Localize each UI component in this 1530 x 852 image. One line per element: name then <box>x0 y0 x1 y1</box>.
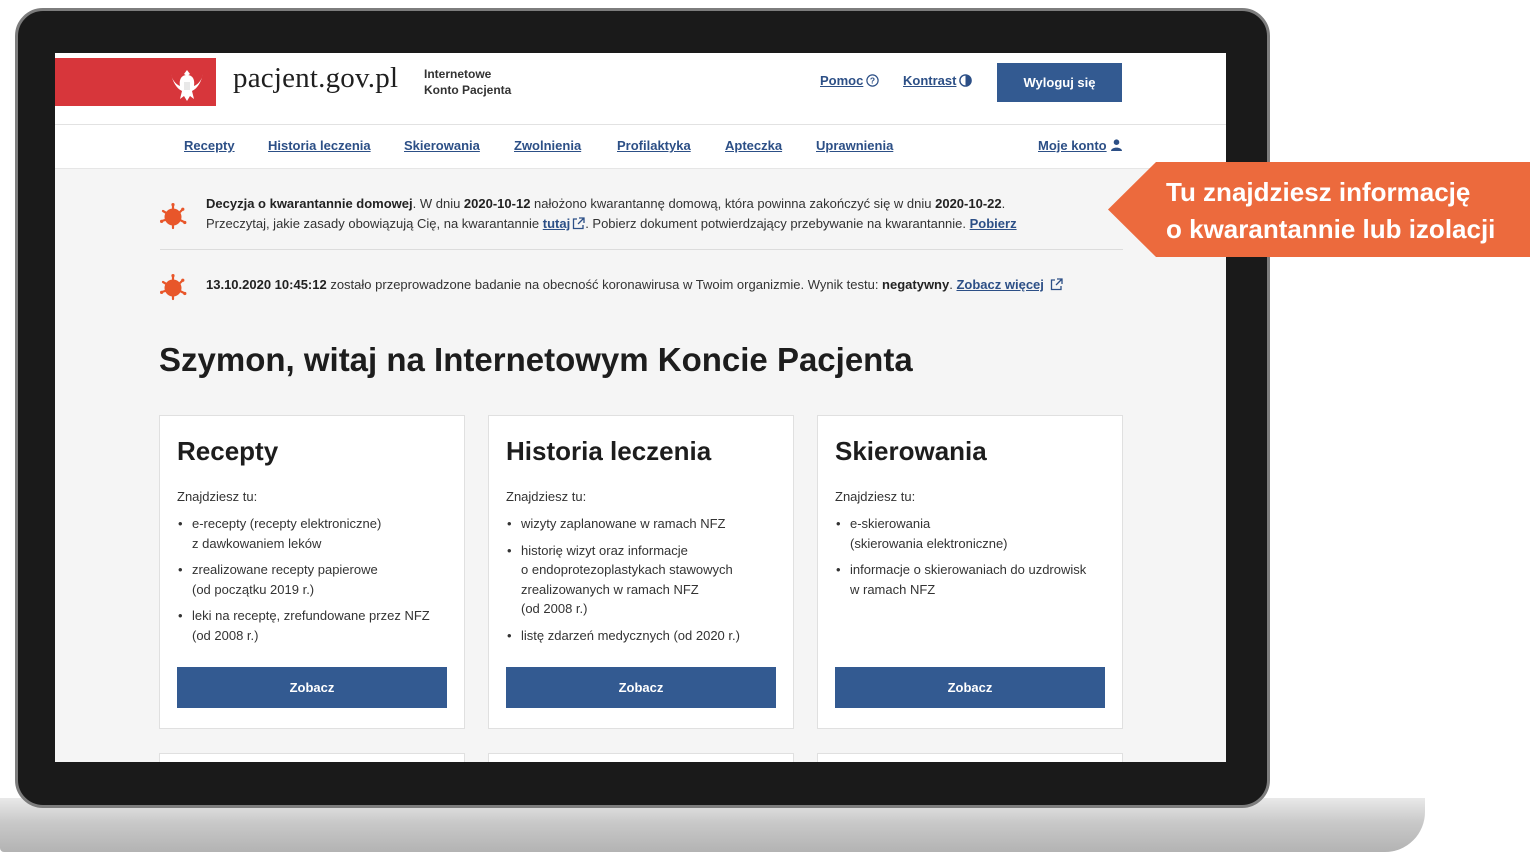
nav-item-my-account[interactable]: Moje konto <box>1038 138 1122 154</box>
subtitle-line: Internetowe <box>424 67 492 81</box>
virus-icon <box>160 274 187 301</box>
contrast-link[interactable]: Kontrast <box>903 73 973 90</box>
list-item: wizyty zaplanowane w ramach NFZ <box>506 514 786 534</box>
card-title: Skierowania <box>835 436 987 466</box>
see-recepty-button[interactable]: Zobacz <box>177 667 447 708</box>
quarantine-text: Decyzja o kwarantannie domowej. W dniu 2… <box>206 194 1116 236</box>
browser-screen: pacjent.gov.pl Internetowe Konto Pacjent… <box>55 53 1226 762</box>
text-fragment: . W dniu <box>412 196 464 211</box>
text-fragment: . <box>1001 196 1006 211</box>
card-title: Historia leczenia <box>506 436 712 466</box>
card-placeholder <box>159 753 465 762</box>
site-logo[interactable]: pacjent.gov.pl <box>233 62 398 95</box>
external-link-icon <box>572 216 585 236</box>
text-fragment: zostało przeprowadzone badanie na obecno… <box>326 277 883 292</box>
user-icon <box>1110 139 1122 154</box>
callout-text: Tu znajdziesz informację o kwarantannie … <box>1166 177 1496 244</box>
site-header: pacjent.gov.pl Internetowe Konto Pacjent… <box>55 53 1226 125</box>
main-nav: Recepty Historia leczenia Skierowania Zw… <box>55 125 1226 169</box>
question-circle-icon: ? <box>866 74 880 90</box>
card-skierowania: Skierowania Znajdziesz tu: e-skierowania… <box>817 415 1123 729</box>
list-item: e-skierowania (skierowania elektroniczne… <box>835 514 1115 553</box>
eagle-emblem-icon <box>171 70 203 101</box>
text-fragment: Przeczytaj, jakie zasady obowiązują Cię,… <box>206 216 543 231</box>
logout-button[interactable]: Wyloguj się <box>997 63 1122 102</box>
text-fragment: nałożono kwarantannę domową, która powin… <box>530 196 936 211</box>
info-callout: Tu znajdziesz informację o kwarantannie … <box>1108 162 1530 257</box>
card-lead: Znajdziesz tu: <box>177 489 258 504</box>
card-list: wizyty zaplanowane w ramach NFZ historię… <box>506 514 786 652</box>
my-account-label: Moje konto <box>1038 138 1107 153</box>
quarantine-end-date: 2020-10-22 <box>935 196 1002 211</box>
welcome-heading: Szymon, witaj na Internetowym Koncie Pac… <box>159 341 913 378</box>
help-label: Pomoc <box>820 73 864 88</box>
help-link[interactable]: Pomoc? <box>820 73 880 90</box>
card-list: e-skierowania (skierowania elektroniczne… <box>835 514 1115 606</box>
list-item: listę zdarzeń medycznych (od 2020 r.) <box>506 626 786 646</box>
nav-item-historia-leczenia[interactable]: Historia leczenia <box>268 138 371 153</box>
nav-item-recepty[interactable]: Recepty <box>184 138 235 153</box>
nav-item-zwolnienia[interactable]: Zwolnienia <box>514 138 581 153</box>
flag-bar <box>55 58 216 106</box>
list-item: e-recepty (recepty elektroniczne) z dawk… <box>177 514 457 553</box>
card-placeholder <box>817 753 1123 762</box>
nav-item-uprawnienia[interactable]: Uprawnienia <box>816 138 893 153</box>
quarantine-title: Decyzja o kwarantannie domowej <box>206 196 413 211</box>
card-lead: Znajdziesz tu: <box>835 489 916 504</box>
list-item: leki na receptę, zrefundowane przez NFZ … <box>177 606 457 645</box>
subtitle-line: Konto Pacjenta <box>424 83 512 97</box>
external-link-icon <box>1050 277 1063 297</box>
nav-item-apteczka[interactable]: Apteczka <box>725 138 782 153</box>
card-recepty: Recepty Znajdziesz tu: e-recepty (recept… <box>159 415 465 729</box>
rules-link-label: tutaj <box>542 216 571 231</box>
test-result-notice: 13.10.2020 10:45:12 zostało przeprowadzo… <box>160 274 1123 305</box>
test-result-value: negatywny <box>882 277 950 292</box>
card-lead: Znajdziesz tu: <box>506 489 587 504</box>
list-item: zrealizowane recepty papierowe (od począ… <box>177 560 457 599</box>
download-link[interactable]: Pobierz <box>970 216 1017 231</box>
virus-icon <box>160 203 187 230</box>
text-fragment: . Pobierz dokument potwierdzający przeby… <box>585 216 970 231</box>
test-datetime: 13.10.2020 10:45:12 <box>206 277 327 292</box>
rules-link[interactable]: tutaj <box>543 216 570 231</box>
card-list: e-recepty (recepty elektroniczne) z dawk… <box>177 514 457 652</box>
list-item: historię wizyt oraz informacje o endopro… <box>506 541 786 619</box>
see-more-link[interactable]: Zobacz więcej <box>956 277 1043 292</box>
promo-image: pacjent.gov.pl Internetowe Konto Pacjent… <box>0 0 1530 852</box>
quarantine-start-date: 2020-10-12 <box>463 196 531 211</box>
list-item: informacje o skierowaniach do uzdrowisk … <box>835 560 1115 599</box>
card-title: Recepty <box>177 436 279 466</box>
see-historia-button[interactable]: Zobacz <box>506 667 776 708</box>
test-result-text: 13.10.2020 10:45:12 zostało przeprowadzo… <box>206 275 1116 297</box>
notice-divider <box>160 249 1123 250</box>
card-historia-leczenia: Historia leczenia Znajdziesz tu: wizyty … <box>488 415 794 729</box>
site-subtitle: Internetowe Konto Pacjenta <box>424 66 524 98</box>
see-skierowania-button[interactable]: Zobacz <box>835 667 1105 708</box>
nav-item-profilaktyka[interactable]: Profilaktyka <box>617 138 691 153</box>
svg-text:?: ? <box>870 76 875 86</box>
contrast-label: Kontrast <box>903 73 957 88</box>
nav-item-skierowania[interactable]: Skierowania <box>404 138 480 153</box>
see-more-label: Zobacz więcej <box>956 277 1044 292</box>
card-placeholder <box>488 753 794 762</box>
contrast-icon <box>959 74 973 90</box>
quarantine-notice: Decyzja o kwarantannie domowej. W dniu 2… <box>160 194 1123 239</box>
